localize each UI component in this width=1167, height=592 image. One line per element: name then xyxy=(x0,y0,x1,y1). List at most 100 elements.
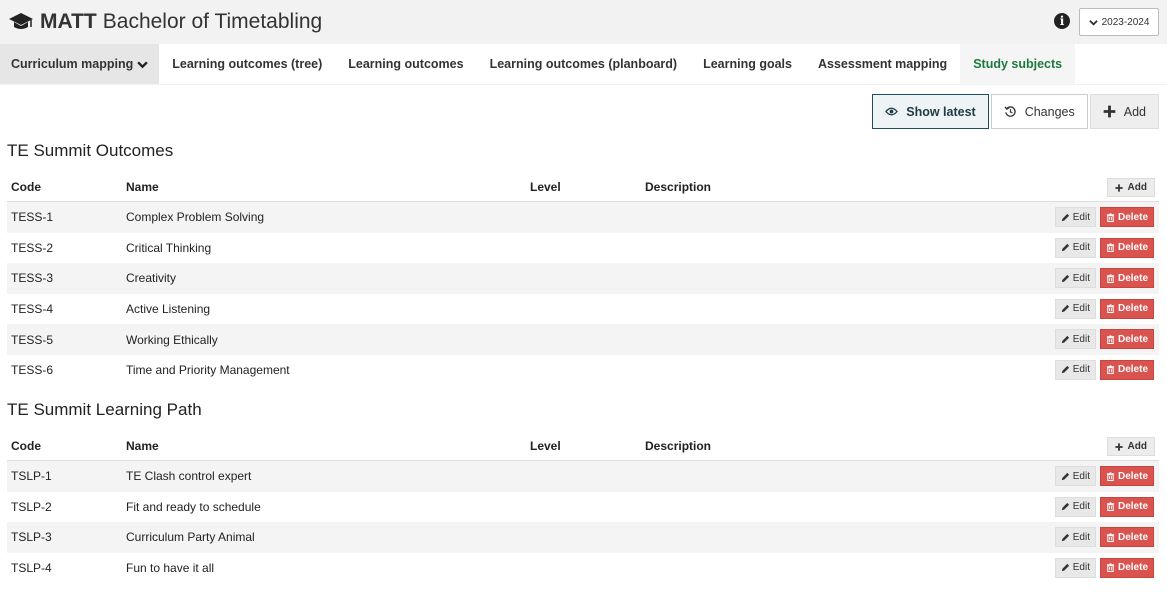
tab-label: Study subjects xyxy=(973,57,1063,71)
col-name: Name xyxy=(126,179,159,194)
brand: MATT Bachelor of Timetabling xyxy=(8,8,322,36)
pencil-icon xyxy=(1061,502,1069,511)
year-selector[interactable]: 2023-2024 xyxy=(1079,8,1159,36)
graduation-cap-icon xyxy=(9,13,33,29)
row-actions: Edit Delete xyxy=(1054,496,1154,517)
row-name: Fun to have it all xyxy=(126,561,215,576)
row-code: TSLP-2 xyxy=(11,499,52,514)
delete-button[interactable]: Delete xyxy=(1099,496,1154,517)
row-code: TESS-1 xyxy=(11,210,54,225)
trash-icon xyxy=(1106,212,1115,222)
col-code: Code xyxy=(11,438,41,453)
col-description: Description xyxy=(645,179,712,194)
edit-button[interactable]: Edit xyxy=(1054,557,1096,578)
app-header: MATT Bachelor of Timetabling i 2023-2024 xyxy=(0,0,1167,44)
delete-button[interactable]: Delete xyxy=(1099,268,1154,289)
delete-label: Delete xyxy=(1117,333,1148,345)
tab-label: Learning outcomes (tree) xyxy=(172,57,323,71)
row-code: TSLP-4 xyxy=(11,561,52,576)
row-actions: Edit Delete xyxy=(1054,329,1154,350)
edit-label: Edit xyxy=(1072,470,1090,482)
tab-assessment-mapping[interactable]: Assessment mapping xyxy=(805,44,960,84)
trash-icon xyxy=(1106,335,1115,344)
delete-button[interactable]: Delete xyxy=(1099,298,1154,319)
table-row: TESS-4 Active Listening Edit Delete xyxy=(7,294,1159,325)
edit-label: Edit xyxy=(1072,242,1090,254)
info-icon[interactable]: i xyxy=(1054,13,1070,29)
trash-icon xyxy=(1106,533,1115,542)
learning-path-table: Code Name Level Description Add TSLP-1 TE… xyxy=(7,431,1159,583)
delete-label: Delete xyxy=(1117,562,1148,574)
tab-label: Learning goals xyxy=(703,57,792,71)
show-latest-button[interactable]: Show latest xyxy=(872,94,989,129)
brand-name: MATT xyxy=(40,10,97,33)
row-code: TESS-6 xyxy=(11,363,54,378)
col-code: Code xyxy=(11,179,41,194)
pencil-icon xyxy=(1061,305,1069,313)
delete-button[interactable]: Delete xyxy=(1099,237,1154,258)
program-title: Bachelor of Timetabling xyxy=(102,10,323,33)
add-row-button[interactable]: Add xyxy=(1106,437,1155,456)
pencil-icon xyxy=(1061,213,1069,221)
table-row: TESS-6 Time and Priority Management Edit De… xyxy=(7,355,1159,386)
edit-button[interactable]: Edit xyxy=(1054,466,1096,486)
tab-label: Assessment mapping xyxy=(817,57,948,71)
delete-label: Delete xyxy=(1117,272,1148,284)
edit-button[interactable]: Edit xyxy=(1054,268,1096,289)
row-name: Creativity xyxy=(126,271,177,286)
row-actions: Edit Delete xyxy=(1054,359,1154,380)
pencil-icon xyxy=(1061,335,1069,343)
delete-label: Delete xyxy=(1117,531,1148,543)
row-code: TSLP-1 xyxy=(11,469,52,484)
edit-button[interactable]: Edit xyxy=(1054,237,1096,258)
delete-label: Delete xyxy=(1117,470,1148,482)
tab-learning-outcomes[interactable]: Learning outcomes xyxy=(335,44,476,84)
table-row: TESS-1 Complex Problem Solving Edit Delete xyxy=(7,202,1159,233)
row-name: Fit and ready to schedule xyxy=(126,499,261,514)
row-actions: Edit Delete xyxy=(1054,268,1154,289)
toolbar: Show latest Changes Add xyxy=(872,94,1159,129)
delete-label: Delete xyxy=(1117,303,1148,315)
tab-learning-goals[interactable]: Learning goals xyxy=(690,44,805,84)
edit-label: Edit xyxy=(1072,562,1090,574)
row-name: Time and Priority Management xyxy=(126,363,290,378)
section-title: TE Summit Outcomes xyxy=(7,141,174,160)
delete-button[interactable]: Delete xyxy=(1099,207,1154,227)
edit-button[interactable]: Edit xyxy=(1054,207,1096,227)
delete-button[interactable]: Delete xyxy=(1099,527,1154,548)
changes-button[interactable]: Changes xyxy=(990,94,1088,129)
add-row-button[interactable]: Add xyxy=(1106,178,1155,197)
table-row: TSLP-2 Fit and ready to schedule Edit Delet… xyxy=(7,492,1159,523)
tab-learning-outcomes-planboard[interactable]: Learning outcomes (planboard) xyxy=(477,44,691,84)
tab-curriculum-mapping[interactable]: Curriculum mapping xyxy=(0,44,160,84)
row-code: TSLP-3 xyxy=(11,530,52,545)
pencil-icon xyxy=(1061,274,1069,282)
row-actions: Edit Delete xyxy=(1054,298,1154,319)
plus-icon xyxy=(1114,442,1123,451)
row-actions: Edit Delete xyxy=(1054,237,1154,258)
delete-button[interactable]: Delete xyxy=(1099,359,1154,380)
tab-label: Learning outcomes xyxy=(348,57,464,71)
delete-button[interactable]: Delete xyxy=(1099,329,1154,350)
col-name: Name xyxy=(126,438,159,453)
tab-label: Curriculum mapping xyxy=(11,57,134,71)
edit-button[interactable]: Edit xyxy=(1054,298,1096,319)
col-level: Level xyxy=(530,438,561,453)
edit-button[interactable]: Edit xyxy=(1054,359,1096,380)
pencil-icon xyxy=(1061,366,1069,374)
table-row: TSLP-1 TE Clash control expert Edit Delete xyxy=(7,461,1159,492)
tab-learning-outcomes-tree[interactable]: Learning outcomes (tree) xyxy=(159,44,335,84)
edit-button[interactable]: Edit xyxy=(1054,527,1096,548)
delete-label: Delete xyxy=(1117,211,1148,223)
edit-label: Edit xyxy=(1072,501,1090,513)
plus-icon xyxy=(1103,105,1116,118)
delete-button[interactable]: Delete xyxy=(1099,466,1154,486)
edit-button[interactable]: Edit xyxy=(1054,496,1096,517)
tab-label: Learning outcomes (planboard) xyxy=(489,57,678,71)
edit-button[interactable]: Edit xyxy=(1054,329,1096,350)
delete-label: Delete xyxy=(1117,501,1148,513)
row-actions: Edit Delete xyxy=(1054,466,1154,486)
tab-study-subjects[interactable]: Study subjects xyxy=(960,44,1076,84)
add-button[interactable]: Add xyxy=(1089,94,1159,129)
delete-button[interactable]: Delete xyxy=(1099,557,1154,578)
